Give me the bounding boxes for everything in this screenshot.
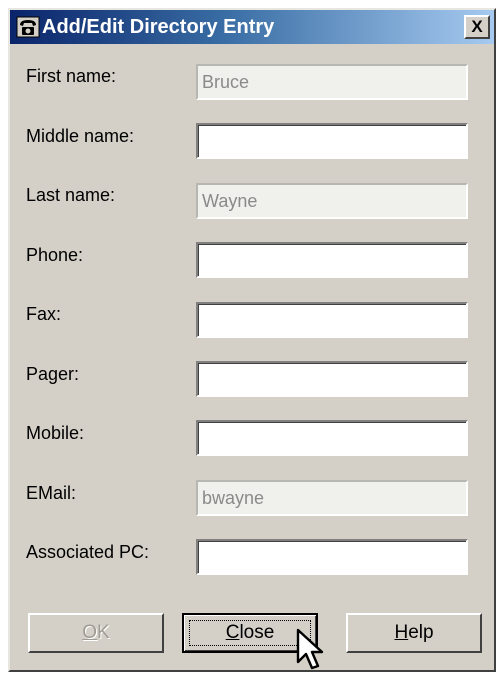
email-input[interactable] <box>196 480 468 516</box>
mobile-input[interactable] <box>196 420 468 456</box>
close-window-button[interactable]: X <box>464 15 490 39</box>
mouse-pointer-icon <box>296 628 324 670</box>
focus-rectangle <box>189 620 311 646</box>
ok-access-key: O <box>82 622 98 643</box>
help-button[interactable]: Help <box>346 613 482 653</box>
middle-name-label: Middle name: <box>26 126 135 146</box>
email-label: EMail: <box>26 483 77 503</box>
pager-input[interactable] <box>196 361 468 397</box>
directory-entry-dialog: Add/Edit Directory Entry X First name: M… <box>8 8 496 672</box>
first-name-input[interactable] <box>196 64 468 100</box>
phone-input[interactable] <box>196 242 468 278</box>
close-icon: X <box>471 17 483 36</box>
telephone-icon <box>16 16 40 38</box>
help-label-rest: elp <box>408 622 434 643</box>
ok-label-rest: K <box>97 622 110 643</box>
fax-label: Fax: <box>26 304 62 324</box>
title-bar[interactable]: Add/Edit Directory Entry X <box>10 10 494 44</box>
last-name-label: Last name: <box>26 185 116 205</box>
last-name-input[interactable] <box>196 183 468 219</box>
associated-pc-input[interactable] <box>196 539 468 575</box>
ok-button[interactable]: OK <box>28 613 164 653</box>
mobile-label: Mobile: <box>26 423 85 443</box>
middle-name-input[interactable] <box>196 123 468 159</box>
phone-label: Phone: <box>26 245 84 265</box>
associated-pc-label: Associated PC: <box>26 542 150 562</box>
first-name-label: First name: <box>26 66 117 86</box>
pager-label: Pager: <box>26 364 80 384</box>
help-access-key: H <box>394 622 409 643</box>
window-title: Add/Edit Directory Entry <box>42 16 275 38</box>
fax-input[interactable] <box>196 302 468 338</box>
